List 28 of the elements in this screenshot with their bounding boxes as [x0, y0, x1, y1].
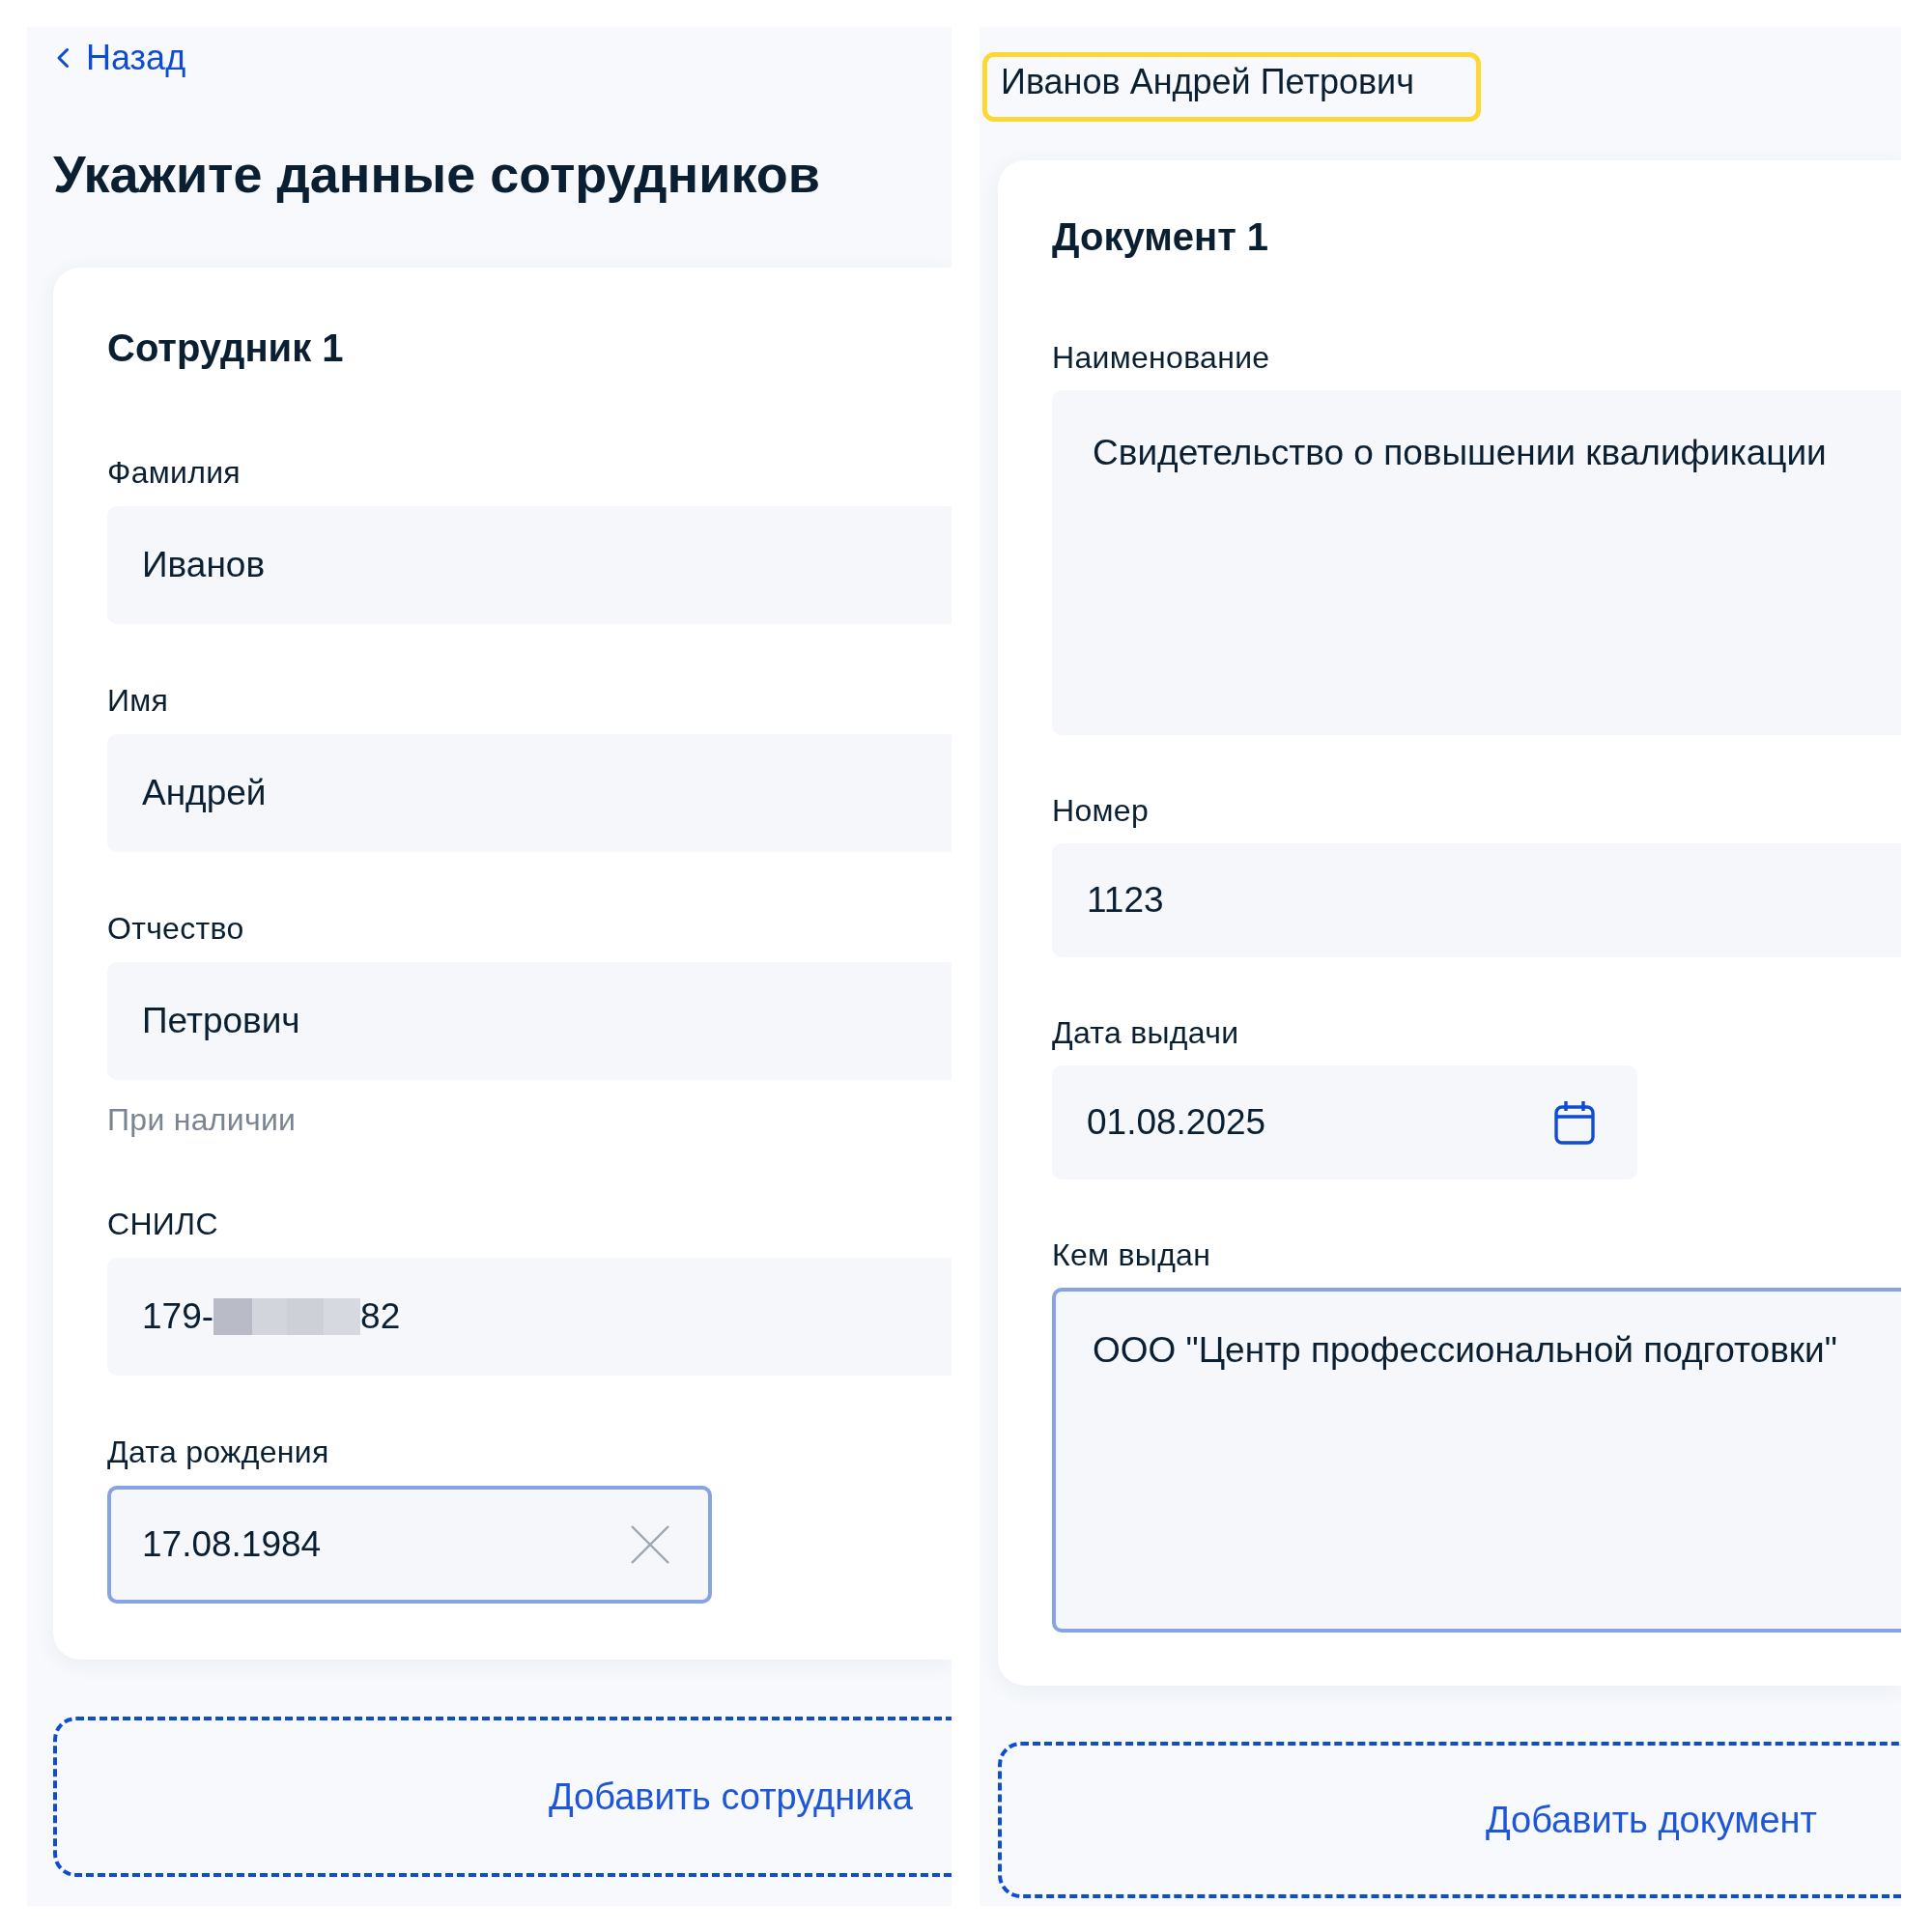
text-field[interactable]: Андрей [107, 734, 952, 852]
back-link[interactable]: Назад [53, 38, 186, 78]
field-label: Кем выдан [1052, 1237, 1211, 1272]
text-field[interactable]: Иванов [107, 506, 952, 624]
field-label: Номер [1052, 793, 1149, 828]
chevron-left-icon [57, 48, 69, 68]
date-field[interactable]: 01.08.2025 [1052, 1065, 1637, 1179]
calendar-icon[interactable] [1554, 1100, 1595, 1145]
card-title: Сотрудник 1 [107, 327, 344, 369]
card-title: Документ 1 [1052, 215, 1269, 258]
date-field[interactable]: 17.08.1984 [107, 1486, 712, 1604]
text-field[interactable]: 179- 82 [107, 1258, 952, 1376]
field-label: Наименование [1052, 340, 1270, 375]
field-label: Имя [107, 683, 169, 718]
field-hint: При наличии [107, 1102, 297, 1137]
text-field[interactable]: 1123 [1052, 843, 1901, 957]
field-label: Отчество [107, 911, 244, 946]
field-label: Дата выдачи [1052, 1015, 1239, 1050]
textarea-field[interactable]: ООО "Центр профессиональной подготовки" [1052, 1288, 1901, 1633]
add-employee-button[interactable]: Добавить сотрудника [53, 1717, 952, 1877]
text-field[interactable]: Петрович [107, 962, 952, 1080]
field-label: СНИЛС [107, 1207, 218, 1241]
page-title: Укажите данные сотрудников [53, 145, 821, 203]
field-label: Фамилия [107, 455, 241, 490]
field-label: Дата рождения [107, 1435, 329, 1469]
add-document-button[interactable]: Добавить документ [998, 1742, 1901, 1898]
textarea-field[interactable]: Свидетельство о повышении квалификации [1052, 390, 1901, 735]
employee-name: Иванов Андрей Петрович [982, 52, 1481, 122]
